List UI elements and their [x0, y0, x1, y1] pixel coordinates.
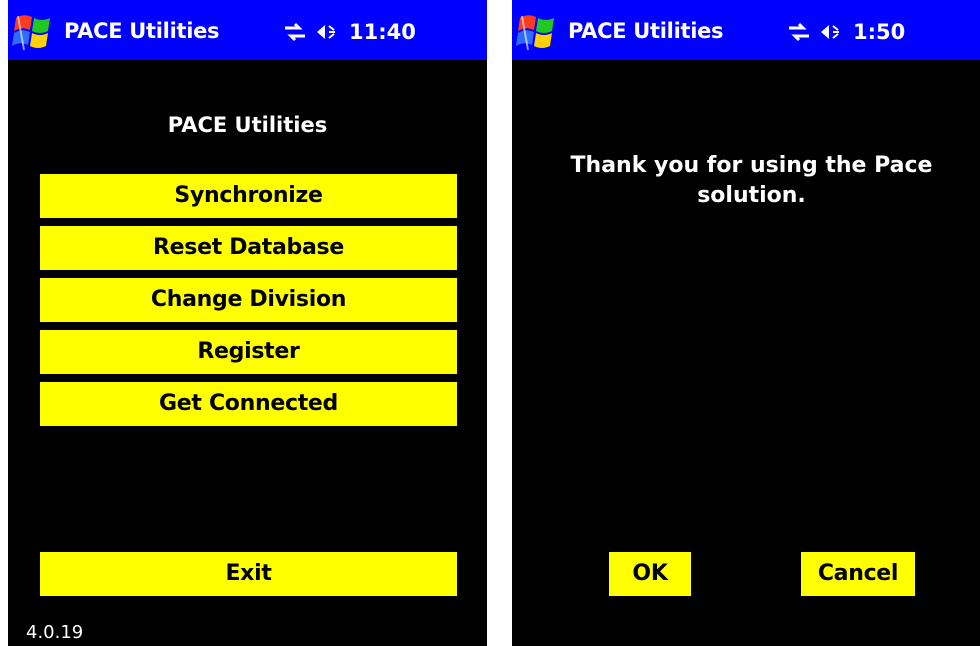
volume-icon[interactable]: [819, 21, 843, 43]
title-bar: PACE Utilities 1:50: [512, 0, 980, 60]
system-tray: 11:40: [283, 19, 416, 45]
system-tray: 1:50: [787, 19, 905, 45]
synchronize-button[interactable]: Synchronize: [40, 174, 457, 218]
windows-start-icon[interactable]: [10, 10, 58, 54]
connectivity-icon[interactable]: [787, 21, 811, 43]
ok-button[interactable]: OK: [609, 552, 691, 596]
exit-confirmation-screen: PACE Utilities 1:50 Thank you for using …: [512, 0, 980, 646]
title-bar: PACE Utilities 11:40: [8, 0, 487, 60]
app-title: PACE Utilities: [568, 19, 724, 43]
app-title: PACE Utilities: [64, 19, 220, 43]
pace-utilities-menu-screen: PACE Utilities 11:40 PACE Utilities Sync…: [8, 0, 487, 646]
volume-icon[interactable]: [315, 21, 339, 43]
get-connected-button[interactable]: Get Connected: [40, 382, 457, 426]
thank-you-message: Thank you for using the Pace solution.: [570, 153, 933, 208]
windows-start-icon[interactable]: [514, 10, 562, 54]
clock[interactable]: 1:50: [853, 20, 905, 44]
page-title: PACE Utilities: [167, 113, 328, 137]
clock[interactable]: 11:40: [349, 20, 416, 44]
version-label: 4.0.19: [26, 622, 84, 643]
exit-button[interactable]: Exit: [40, 552, 457, 596]
reset-database-button[interactable]: Reset Database: [40, 226, 457, 270]
change-division-button[interactable]: Change Division: [40, 278, 457, 322]
connectivity-icon[interactable]: [283, 21, 307, 43]
register-button[interactable]: Register: [40, 330, 457, 374]
cancel-button[interactable]: Cancel: [801, 552, 915, 596]
